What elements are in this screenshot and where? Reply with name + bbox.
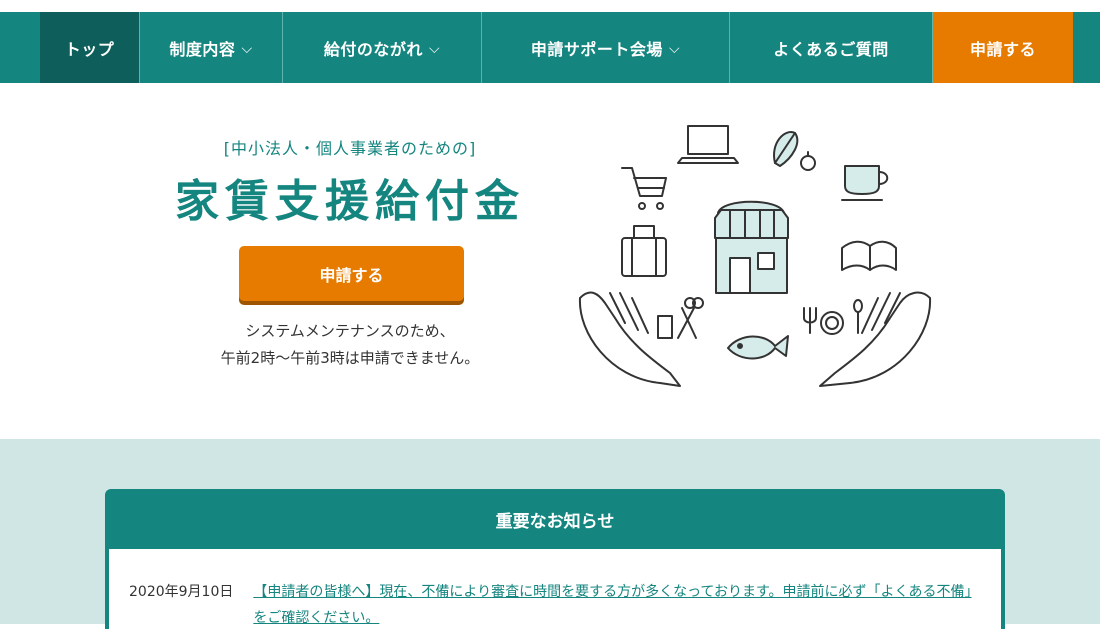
nav-item-faq[interactable]: よくあるご質問 (730, 12, 933, 83)
nav-apply-button[interactable]: 申請する (933, 12, 1073, 83)
maintenance-note-line: 午前2時～午前3時は申請できません。 (220, 349, 480, 367)
chevron-down-icon: ⌵ (668, 40, 681, 57)
vegetable-icon (773, 131, 816, 171)
book-icon (841, 240, 897, 271)
notice-list: 2020年9月10日 【申請者の皆様へ】現在、不備により審査に時間を要する方が多… (109, 549, 1001, 629)
page-title: 家賃支援給付金 (175, 176, 525, 227)
fish-icon (727, 335, 789, 360)
nav-item-label: トップ (64, 39, 115, 59)
hero-section: [中小法人・個人事業者のための] 家賃支援給付金 申請する システムメンテナンス… (0, 83, 1100, 439)
maintenance-note-line: システムメンテナンスのため、 (245, 322, 455, 340)
cutlery-icon (803, 299, 863, 335)
apply-button[interactable]: 申請する (239, 246, 464, 301)
coffee-cup-icon (841, 165, 889, 201)
maintenance-note: システムメンテナンスのため、 午前2時～午前3時は申請できません。 (190, 318, 510, 372)
chevron-down-icon: ⌵ (428, 40, 441, 57)
nav-spacer-left (0, 12, 40, 83)
store-icon (714, 200, 789, 294)
notice-card: 重要なお知らせ 2020年9月10日 【申請者の皆様へ】現在、不備により審査に時… (105, 489, 1005, 629)
notice-date: 2020年9月10日 (129, 584, 234, 600)
nav-item-label: 申請サポート会場 (530, 39, 663, 59)
nav-item-system[interactable]: 制度内容 ⌵ (140, 12, 283, 83)
notice-link[interactable]: 【申請者の皆様へ】現在、不備により審査に時間を要する方が多くなっております。申請… (253, 579, 973, 629)
left-hand-icon (578, 291, 681, 387)
chevron-down-icon: ⌵ (241, 40, 253, 57)
hero-subtitle: [中小法人・個人事業者のための] (223, 139, 477, 158)
nav-item-flow[interactable]: 給付のながれ ⌵ (283, 12, 482, 83)
global-nav: トップ 制度内容 ⌵ 給付のながれ ⌵ 申請サポート会場 ⌵ よくあるご質問 申… (0, 12, 1100, 83)
nav-item-label: 給付のながれ (323, 39, 423, 59)
shop-illustration (578, 125, 932, 387)
nav-item-top[interactable]: トップ (40, 12, 140, 83)
bag-icon (621, 225, 667, 277)
nav-item-label: よくあるご質問 (773, 39, 889, 59)
cart-icon (621, 167, 667, 210)
right-hand-icon (819, 291, 932, 387)
notice-heading: 重要なお知らせ (495, 511, 615, 532)
nav-item-label: 申請する (969, 39, 1036, 59)
top-band (0, 0, 1100, 12)
nav-item-support[interactable]: 申請サポート会場 ⌵ (482, 12, 730, 83)
scissors-icon (657, 297, 704, 339)
laptop-icon (677, 125, 739, 164)
nav-item-label: 制度内容 (169, 39, 236, 59)
